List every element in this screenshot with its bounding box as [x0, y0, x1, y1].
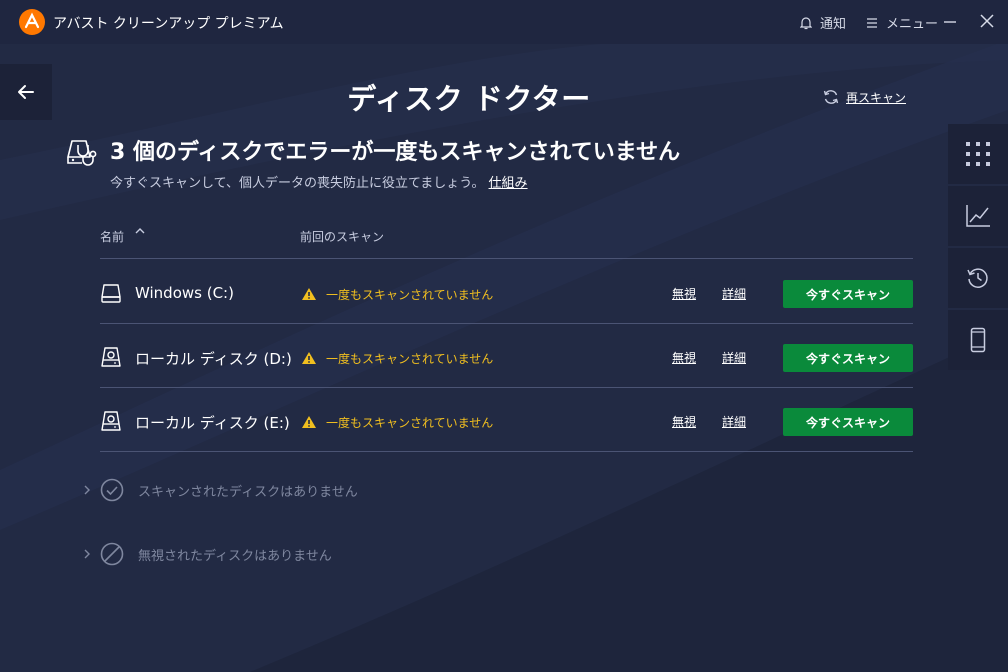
table-divider	[100, 451, 913, 452]
scanned-disks-section[interactable]: スキャンされたディスクはありません	[82, 478, 358, 502]
check-circle-icon	[100, 478, 124, 502]
headline: 3 個のディスクでエラーが一度もスキャンされていません	[110, 140, 681, 165]
rail-mobile-button[interactable]	[948, 310, 1008, 370]
menu-button[interactable]: メニュー	[866, 13, 938, 32]
column-header-last-scan: 前回のスキャン	[300, 230, 385, 244]
table-divider	[100, 387, 913, 388]
disk-name: Windows (C:)	[135, 284, 234, 302]
avast-logo-icon	[19, 9, 45, 35]
subline: 今すぐスキャンして、個人データの喪失防止に役立てましょう。 仕組み	[110, 172, 528, 191]
ignored-disks-section[interactable]: 無視されたディスクはありません	[82, 542, 332, 566]
scan-now-button[interactable]: 今すぐスキャン	[783, 280, 913, 308]
table-row: ローカル ディスク (D:) 一度もスキャンされていません 無視 詳細 今すぐス…	[100, 325, 913, 389]
details-link[interactable]: 詳細	[722, 413, 746, 430]
sort-ascending-icon[interactable]	[134, 226, 146, 236]
ignored-empty-label: 無視されたディスクはありません	[138, 548, 332, 564]
mobile-icon	[970, 327, 986, 353]
ignore-link[interactable]: 無視	[672, 413, 696, 430]
refresh-icon	[823, 90, 839, 104]
title-bar: アバスト クリーンアップ プレミアム 通知 メニュー	[0, 0, 1008, 44]
rail-dashboard-button[interactable]	[948, 124, 1008, 184]
notifications-label: 通知	[820, 17, 847, 32]
grid-icon	[966, 142, 990, 166]
table-divider	[100, 258, 913, 259]
menu-label: メニュー	[886, 17, 939, 32]
details-link[interactable]: 詳細	[722, 349, 746, 366]
disk-name: ローカル ディスク (D:)	[135, 350, 292, 368]
app-title: アバスト クリーンアップ プレミアム	[53, 16, 284, 32]
close-button[interactable]	[976, 10, 998, 32]
ignore-link[interactable]: 無視	[672, 285, 696, 302]
rescan-label: 再スキャン	[846, 90, 907, 105]
disk-doctor-icon	[67, 140, 97, 166]
chevron-right-icon	[84, 485, 90, 495]
column-header-name[interactable]: 名前	[100, 228, 124, 245]
warning-icon	[302, 416, 316, 428]
disk-name: ローカル ディスク (E:)	[135, 414, 290, 432]
scan-status: 一度もスキャンされていません	[326, 352, 494, 366]
drive-icon	[101, 284, 121, 303]
table-divider	[100, 323, 913, 324]
table-row: ローカル ディスク (E:) 一度もスキャンされていません 無視 詳細 今すぐス…	[100, 389, 913, 453]
warning-icon	[302, 288, 316, 300]
subline-text: 今すぐスキャンして、個人データの喪失防止に役立てましょう。	[110, 176, 485, 191]
hard-disk-icon	[101, 347, 121, 367]
warning-icon	[302, 352, 316, 364]
chart-icon	[966, 205, 990, 227]
chevron-right-icon	[84, 549, 90, 559]
hamburger-icon	[867, 17, 877, 28]
history-icon	[967, 268, 988, 288]
scan-status: 一度もスキャンされていません	[326, 416, 494, 430]
notifications-button[interactable]: 通知	[800, 13, 846, 32]
scan-status: 一度もスキャンされていません	[326, 288, 494, 302]
page-title: ディスク ドクター	[347, 82, 591, 116]
scan-now-button[interactable]: 今すぐスキャン	[783, 408, 913, 436]
how-it-works-link[interactable]: 仕組み	[489, 176, 528, 191]
rail-performance-button[interactable]	[948, 186, 1008, 246]
scanned-empty-label: スキャンされたディスクはありません	[138, 484, 358, 500]
blocked-icon	[100, 542, 124, 566]
ignore-link[interactable]: 無視	[672, 349, 696, 366]
scan-now-button[interactable]: 今すぐスキャン	[783, 344, 913, 372]
details-link[interactable]: 詳細	[722, 285, 746, 302]
hard-disk-icon	[101, 411, 121, 431]
rail-history-button[interactable]	[948, 248, 1008, 308]
minimize-button[interactable]	[940, 10, 960, 32]
bell-icon	[800, 16, 812, 29]
rescan-link[interactable]: 再スキャン	[822, 88, 906, 106]
table-row: Windows (C:) 一度もスキャンされていません 無視 詳細 今すぐスキャ…	[100, 261, 913, 325]
